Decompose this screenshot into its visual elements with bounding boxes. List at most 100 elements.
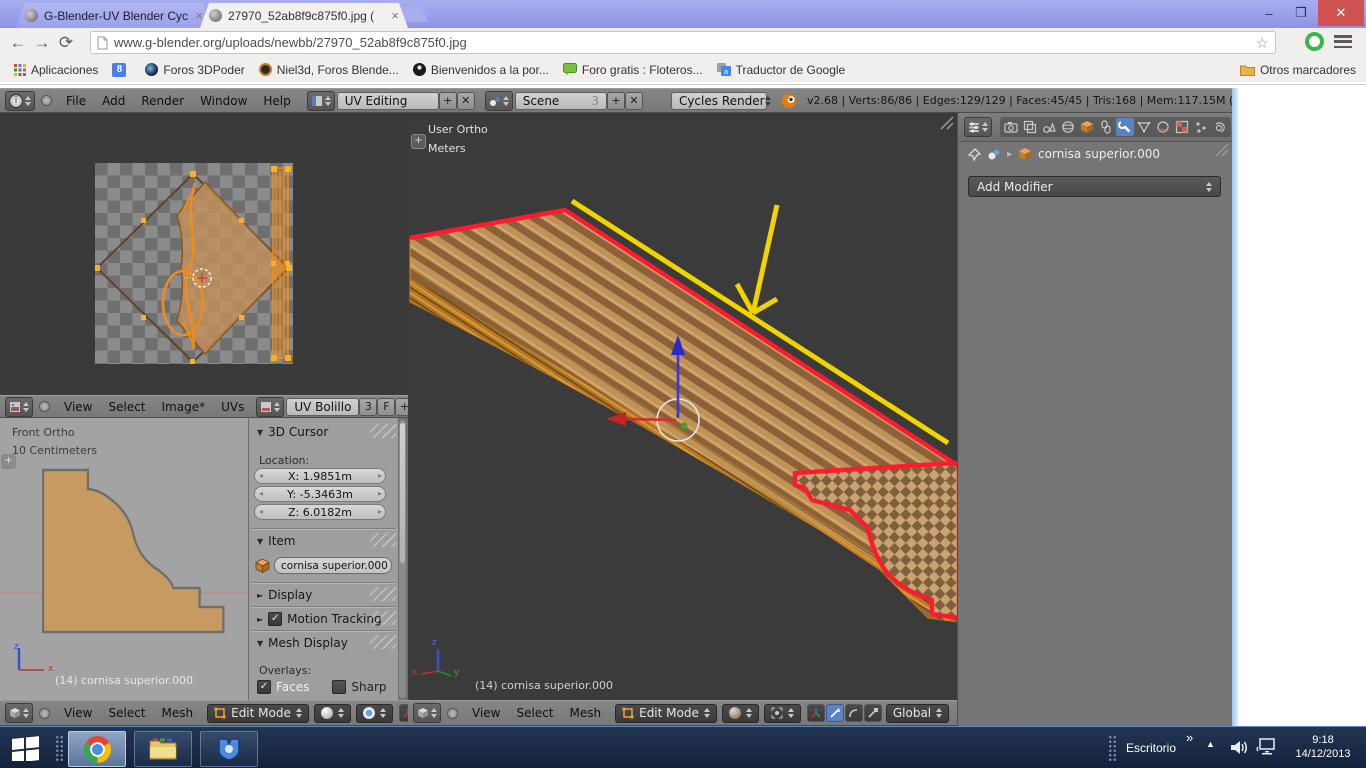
scene-delete-button[interactable]: ✕ [625,92,643,110]
manipulator-toggle-button[interactable] [807,704,825,722]
back-icon[interactable]: ← [6,33,30,53]
chevrons-icon[interactable]: » [1186,730,1193,745]
pivot-select[interactable] [356,704,393,723]
orientation-select[interactable]: Global [886,704,949,723]
panel-motion-tracking[interactable]: ► ✓ Motion Tracking [257,612,382,626]
uv-menu-uvs[interactable]: UVs [213,400,252,414]
add-modifier-button[interactable]: Add Modifier [968,176,1221,197]
menu-collapse-icon[interactable] [41,95,52,106]
collapse-icon[interactable]: ► [257,615,263,624]
tab-physics[interactable] [1211,118,1229,136]
reload-icon[interactable]: ⟳ [54,33,78,53]
scene-add-button[interactable]: + [607,92,625,110]
uv-image-fake-user-button[interactable]: F [377,398,395,416]
shading-select[interactable] [722,704,759,723]
panel-display[interactable]: ► Display [257,588,312,602]
browser-tab-gblender[interactable]: G-Blender-UV Blender Cyc × [16,3,212,28]
volume-icon[interactable] [1230,739,1248,756]
scene-icon-button[interactable] [485,91,513,111]
render-engine-select[interactable]: Cycles Render [671,92,767,110]
panel-drag-hatch-icon[interactable] [370,424,396,438]
window-restore-button[interactable]: ❐ [1286,0,1316,26]
n-panel-scrollbar[interactable] [399,420,406,698]
taskbar-explorer-button[interactable] [134,731,192,767]
taskbar-grip[interactable] [55,735,64,761]
motion-tracking-checkbox[interactable]: ✓ [268,612,282,626]
slider-right-icon[interactable]: ▸ [378,507,382,516]
bookmark-traductor[interactable]: a Traductor de Google [717,63,846,77]
panel-drag-hatch-icon[interactable] [370,611,396,625]
tab-constraints[interactable] [1097,118,1115,136]
menu-help[interactable]: Help [255,94,298,108]
tab-texture[interactable] [1173,118,1191,136]
screen-layout-icon-button[interactable] [307,91,335,111]
tab-material[interactable] [1154,118,1172,136]
select-menu[interactable]: Select [508,706,561,720]
collapse-icon[interactable]: ▼ [257,428,263,437]
layout-delete-button[interactable]: ✕ [457,92,475,110]
view3d-editor-type-button[interactable] [5,703,33,723]
pin-icon[interactable] [968,148,981,161]
menu-render[interactable]: Render [133,94,192,108]
object-data-icon[interactable] [987,148,1001,161]
pivot-select[interactable] [764,704,801,723]
tab-render-layers[interactable] [1021,118,1039,136]
manipulator-toggle-button[interactable] [399,704,408,722]
bookmark-niel3d[interactable]: Niel3d, Foros Blende... [259,63,399,77]
uv-editor-type-button[interactable] [5,397,33,417]
item-name-field[interactable]: cornisa superior.000 [274,557,392,574]
menu-window[interactable]: Window [192,94,255,108]
extension-icon[interactable] [1305,32,1324,51]
slider-right-icon[interactable]: ▸ [378,489,382,498]
scale-manipulator-button[interactable] [864,704,882,722]
mesh-menu[interactable]: Mesh [154,706,202,720]
bookmark-forogratis[interactable]: Foro gratis : Floteros... [563,63,703,77]
tray-clock[interactable]: 9:18 14/12/2013 [1288,733,1358,761]
cursor-x-slider[interactable]: X: 1.9851m [254,468,386,484]
window-close-button[interactable]: ✕ [1318,0,1364,26]
view-menu[interactable]: View [56,706,100,720]
cursor-y-slider[interactable]: Y: -5.3463m [254,486,386,502]
menu-add[interactable]: Add [94,94,133,108]
window-minimize-button[interactable]: – [1254,0,1284,26]
properties-editor-type-button[interactable] [964,117,992,137]
taskbar-chrome-button[interactable] [68,731,126,767]
taskbar-malwarebytes-button[interactable] [200,731,258,767]
breadcrumb-object-name[interactable]: cornisa superior.000 [1038,147,1160,161]
mesh-menu[interactable]: Mesh [562,706,610,720]
screen-layout-field[interactable]: UV Editing [337,92,439,110]
panel-mesh-display[interactable]: ▼ Mesh Display [257,636,348,650]
uv-menu-image[interactable]: Image* [154,400,214,414]
uv-image-name-field[interactable]: UV Bolillo [286,398,359,416]
tab-render[interactable] [1002,118,1020,136]
bookmark-aplicaciones[interactable]: Aplicaciones [14,63,98,77]
scrollbar-thumb[interactable] [400,423,405,563]
menu-file[interactable]: File [58,94,94,108]
tab-object[interactable] [1078,118,1096,136]
slider-right-icon[interactable]: ▸ [378,471,382,480]
layout-add-button[interactable]: + [439,92,457,110]
tab-particles[interactable] [1192,118,1210,136]
collapse-icon[interactable]: ▼ [257,537,263,546]
other-bookmarks-folder[interactable]: Otros marcadores [1240,63,1356,77]
mode-select[interactable]: Edit Mode [207,704,309,723]
slider-left-icon[interactable]: ◂ [259,471,263,480]
network-icon[interactable] [1256,738,1278,756]
corner-resize-icon[interactable] [1215,143,1229,157]
desktop-label[interactable]: Escritorio [1126,741,1176,755]
uv-menu-view[interactable]: View [56,400,100,414]
tab-close-icon[interactable]: × [391,8,399,23]
sharp-checkbox[interactable] [332,680,346,694]
bookmark-google8[interactable]: 8 [112,63,131,77]
shading-select[interactable] [314,704,351,723]
panel-drag-hatch-icon[interactable] [370,635,396,649]
tab-object-data[interactable] [1135,118,1153,136]
scene-field[interactable]: Scene3 [515,92,607,110]
bookmark-bienvenidos[interactable]: Bienvenidos a la por... [413,63,549,77]
start-button[interactable] [12,735,39,761]
collapse-icon[interactable]: ► [257,591,263,600]
panel-3d-cursor[interactable]: ▼ 3D Cursor [257,425,328,439]
tab-scene[interactable] [1040,118,1058,136]
menu-collapse-icon[interactable] [39,708,50,719]
url-text[interactable]: www.g-blender.org/uploads/newbb/27970_52… [114,35,1256,50]
